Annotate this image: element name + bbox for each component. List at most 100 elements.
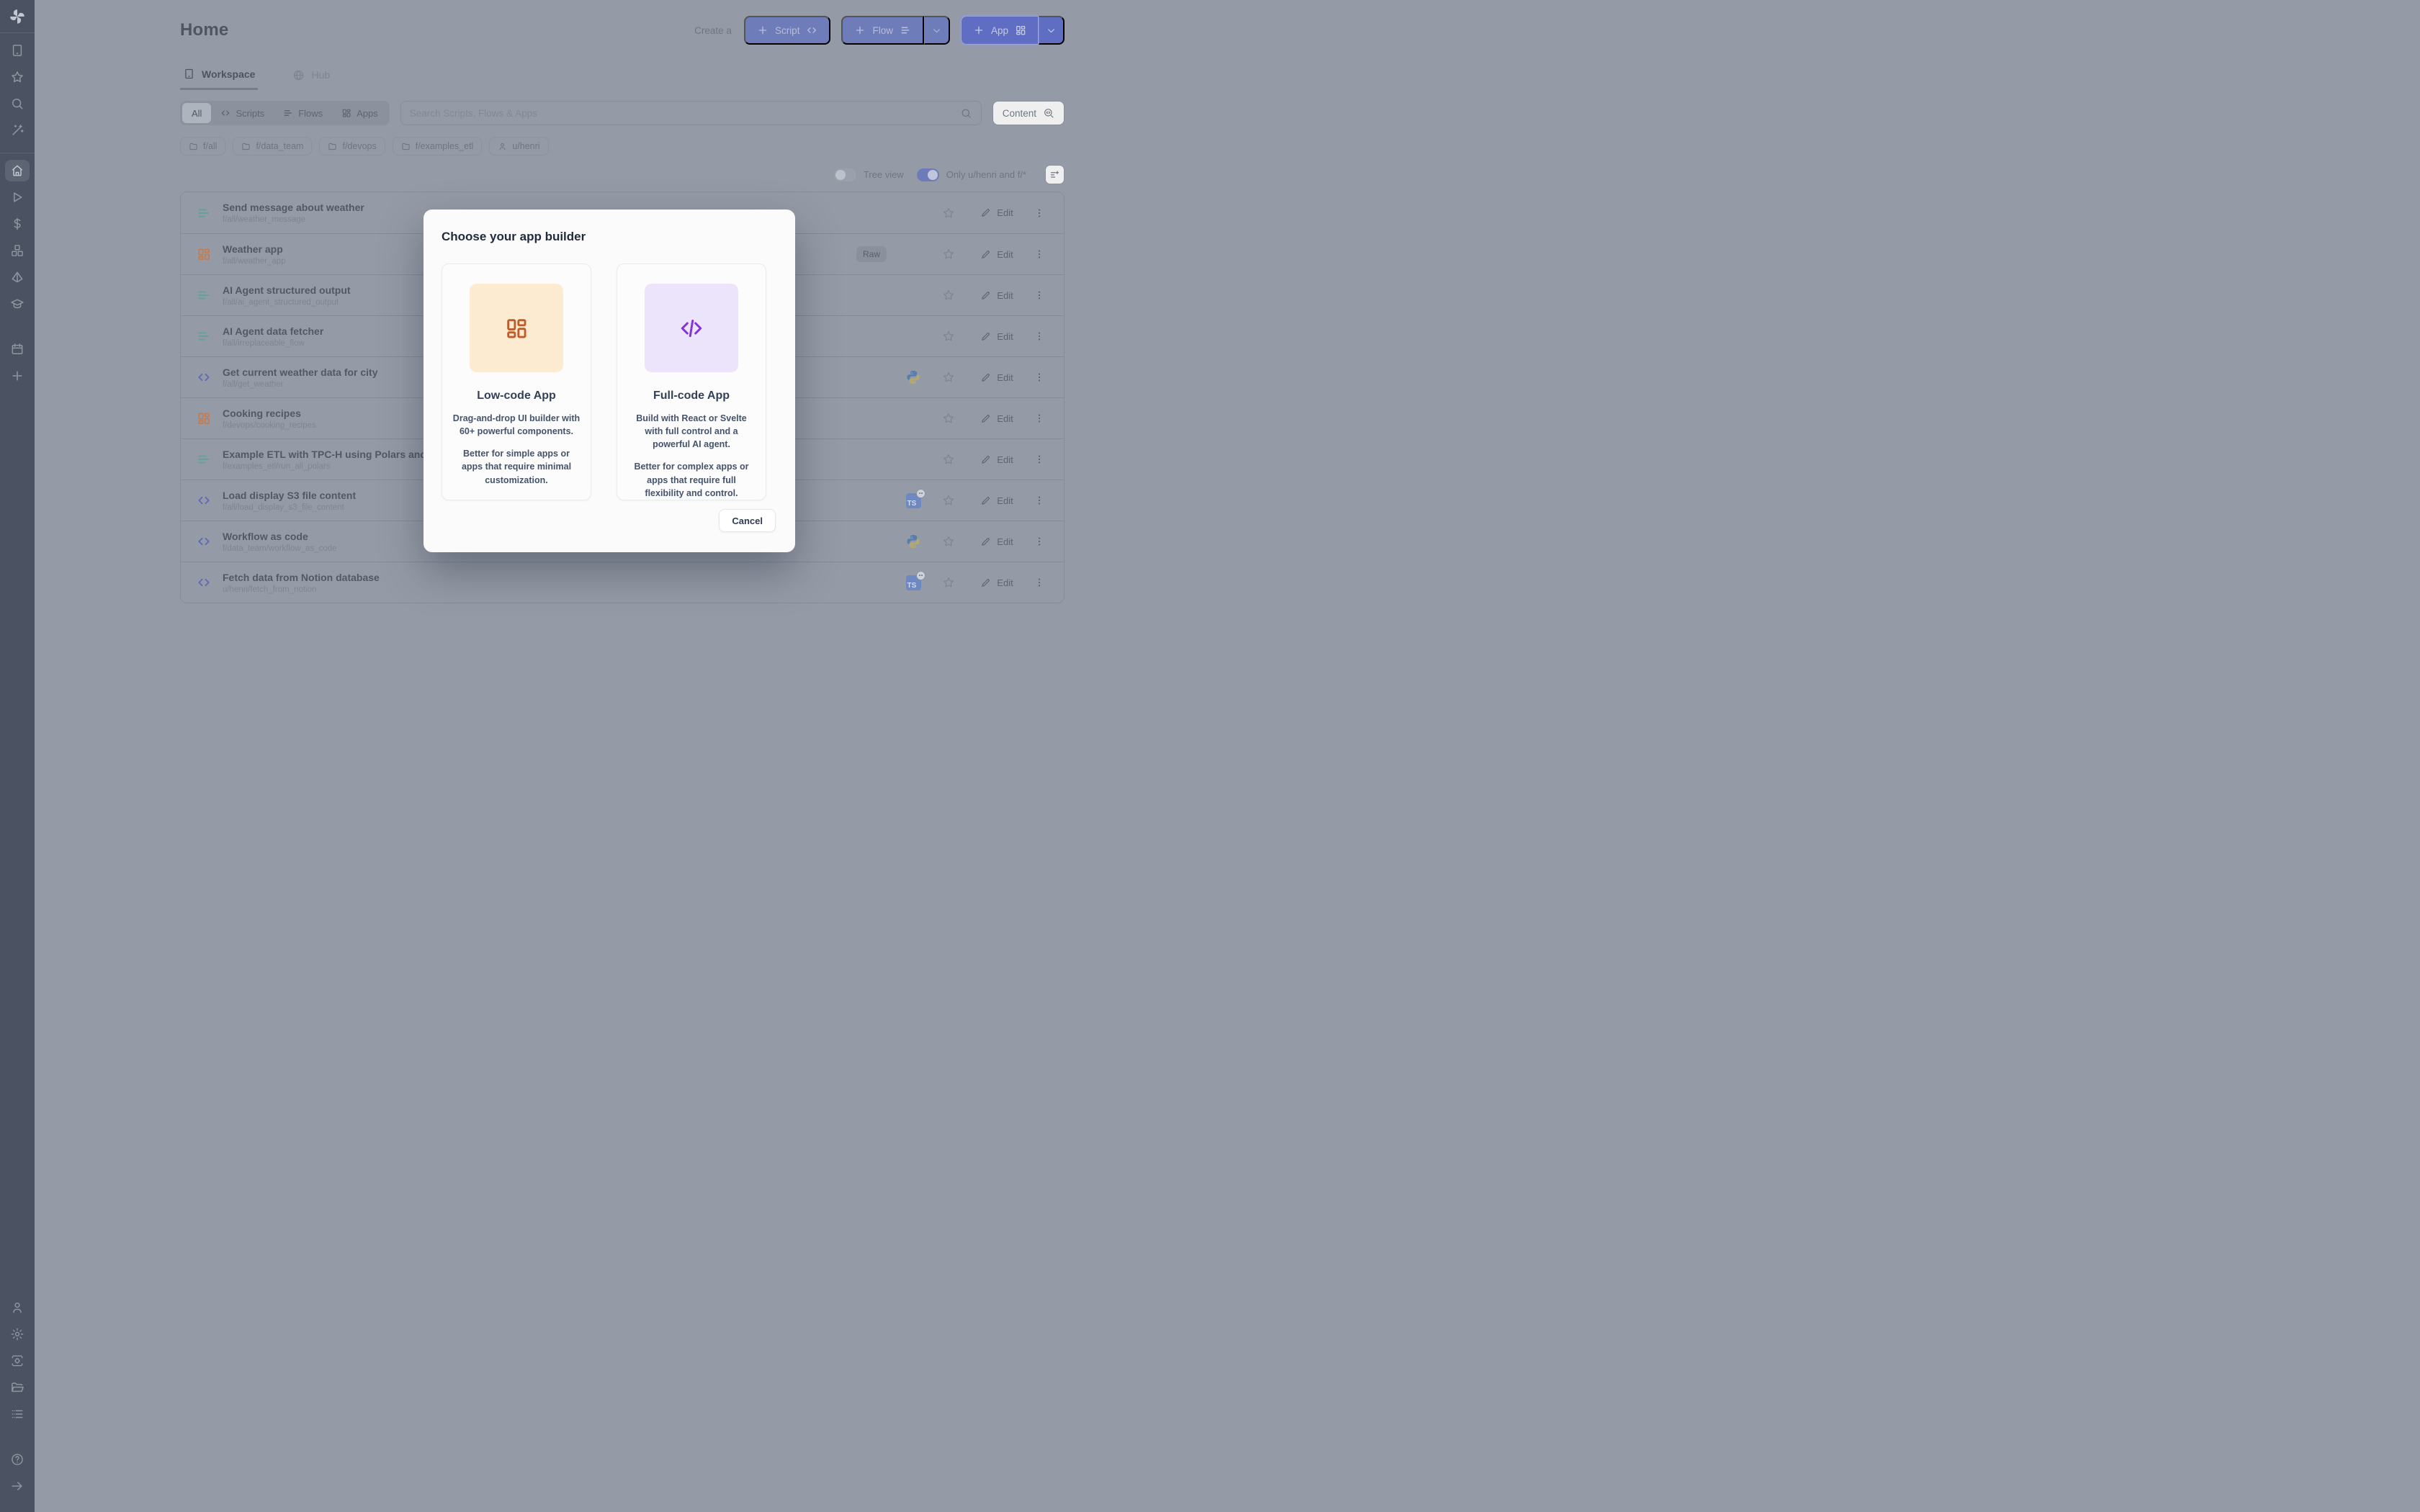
item-title: AI Agent data fetcher	[223, 325, 323, 337]
sidebar-item-variables[interactable]	[5, 213, 30, 235]
star-button[interactable]	[930, 330, 967, 343]
folder-chip-f-examples-etl[interactable]: f/examples_etl	[393, 137, 483, 156]
sidebar-item-help[interactable]	[5, 1449, 30, 1470]
pencil-icon	[980, 413, 991, 424]
tab-workspace[interactable]: Workspace	[180, 68, 258, 90]
folder-chip-u-henri[interactable]: u/henri	[489, 137, 548, 156]
sidebar-item-triggers[interactable]	[5, 266, 30, 288]
grid-app-icon	[341, 108, 351, 118]
lowcode-desc-1: Drag-and-drop UI builder with 60+ powerf…	[452, 412, 581, 438]
create-flow-button[interactable]: Flow	[841, 16, 924, 45]
plus-icon	[757, 24, 768, 36]
filter-chip-apps[interactable]: Apps	[332, 103, 387, 123]
edit-button[interactable]: Edit	[967, 536, 1026, 547]
row-menu-button[interactable]	[1026, 413, 1052, 424]
sidebar-item-schedules[interactable]	[5, 338, 30, 360]
sidebar-item-search[interactable]	[5, 93, 30, 114]
fullcode-desc-2: Better for complex apps or apps that req…	[627, 460, 756, 499]
star-button[interactable]	[930, 576, 967, 589]
sidebar-item-ai-wand[interactable]	[5, 120, 30, 141]
star-button[interactable]	[930, 207, 967, 220]
filter-chip-flows[interactable]: Flows	[274, 103, 332, 123]
edit-button[interactable]: Edit	[967, 207, 1026, 218]
sidebar-item-workspace[interactable]	[5, 40, 30, 61]
fullcode-heading: Full-code App	[653, 390, 730, 402]
page-title: Home	[180, 20, 228, 40]
folder-filter-row: f/all f/data_team f/devops f/examples_et…	[180, 137, 1065, 156]
sidebar-item-learn[interactable]	[5, 293, 30, 315]
row-menu-button[interactable]	[1026, 577, 1052, 588]
create-app-dropdown[interactable]	[1039, 16, 1065, 45]
chevron-down-icon	[931, 25, 942, 36]
row-menu-button[interactable]	[1026, 207, 1052, 219]
sidebar-item-runs[interactable]	[5, 186, 30, 208]
windmill-logo[interactable]	[8, 7, 27, 26]
create-script-button[interactable]: Script	[744, 16, 831, 45]
sidebar-item-audit-logs[interactable]	[5, 1403, 30, 1425]
sidebar-item-home[interactable]	[5, 160, 30, 181]
filter-chip-scripts[interactable]: Scripts	[211, 103, 274, 123]
row-menu-button[interactable]	[1026, 289, 1052, 301]
filter-row: All Scripts Flows Apps	[180, 101, 1065, 125]
code-icon	[679, 316, 704, 341]
row-menu-button[interactable]	[1026, 536, 1052, 547]
edit-button[interactable]: Edit	[967, 495, 1026, 506]
script-icon	[197, 370, 212, 384]
only-filter-toggle[interactable]	[917, 168, 939, 181]
only-filter-label: Only u/henri and f/*	[946, 169, 1026, 180]
create-app-button[interactable]: App	[961, 16, 1039, 45]
row-menu-button[interactable]	[1026, 454, 1052, 465]
sidebar-item-user[interactable]	[5, 1297, 30, 1318]
fullcode-app-option[interactable]: Full-code App Build with React or Svelte…	[617, 264, 766, 500]
lowcode-app-option[interactable]: Low-code App Drag-and-drop UI builder wi…	[442, 264, 591, 500]
folder-chip-f-data-team[interactable]: f/data_team	[233, 137, 312, 156]
star-button[interactable]	[930, 289, 967, 302]
tab-hub[interactable]: Hub	[290, 68, 333, 90]
app-icon	[197, 411, 212, 426]
star-button[interactable]	[930, 412, 967, 425]
sidebar-divider	[0, 32, 35, 33]
edit-button[interactable]: Edit	[967, 331, 1026, 342]
edit-button[interactable]: Edit	[967, 372, 1026, 383]
tree-view-label: Tree view	[864, 169, 904, 180]
search-input[interactable]	[410, 108, 954, 119]
tree-view-toggle[interactable]	[834, 168, 856, 181]
search-icon	[960, 107, 972, 120]
star-button[interactable]	[930, 453, 967, 466]
modal-title: Choose your app builder	[442, 230, 776, 244]
extra-filters-button[interactable]	[1045, 165, 1065, 184]
edit-button[interactable]: Edit	[967, 413, 1026, 424]
sidebar-item-collapse[interactable]	[5, 1475, 30, 1497]
folder-chip-f-all[interactable]: f/all	[180, 137, 225, 156]
star-button[interactable]	[930, 535, 967, 548]
content-search-button[interactable]: Content	[992, 101, 1065, 125]
edit-button[interactable]: Edit	[967, 249, 1026, 260]
pencil-icon	[980, 495, 991, 506]
folder-chip-f-devops[interactable]: f/devops	[319, 137, 385, 156]
sidebar-item-resources[interactable]	[5, 240, 30, 261]
create-flow-dropdown[interactable]	[924, 16, 950, 45]
cancel-button[interactable]: Cancel	[719, 509, 776, 532]
row-menu-button[interactable]	[1026, 248, 1052, 260]
star-button[interactable]	[930, 248, 967, 261]
table-row[interactable]: Fetch data from Notion database u/henri/…	[181, 562, 1064, 603]
view-options-row: Tree view Only u/henri and f/*	[180, 165, 1065, 184]
sidebar-item-settings[interactable]	[5, 1323, 30, 1345]
row-menu-button[interactable]	[1026, 495, 1052, 506]
item-path: u/henri/fetch_from_notion	[223, 585, 380, 594]
sidebar-item-folders[interactable]	[5, 1377, 30, 1398]
star-button[interactable]	[930, 494, 967, 507]
sidebar-item-workers[interactable]	[5, 1350, 30, 1372]
row-menu-button[interactable]	[1026, 372, 1052, 383]
edit-button[interactable]: Edit	[967, 290, 1026, 301]
edit-button[interactable]: Edit	[967, 577, 1026, 588]
filter-chip-all[interactable]: All	[182, 103, 211, 123]
star-button[interactable]	[930, 371, 967, 384]
page-header: Home Create a Script Flow	[180, 16, 1065, 45]
folder-icon	[328, 142, 337, 151]
edit-button[interactable]: Edit	[967, 454, 1026, 465]
row-menu-button[interactable]	[1026, 330, 1052, 342]
item-path: f/data_team/workflow_as_code	[223, 544, 337, 553]
sidebar-item-add[interactable]	[5, 365, 30, 387]
sidebar-item-favorites[interactable]	[5, 66, 30, 88]
